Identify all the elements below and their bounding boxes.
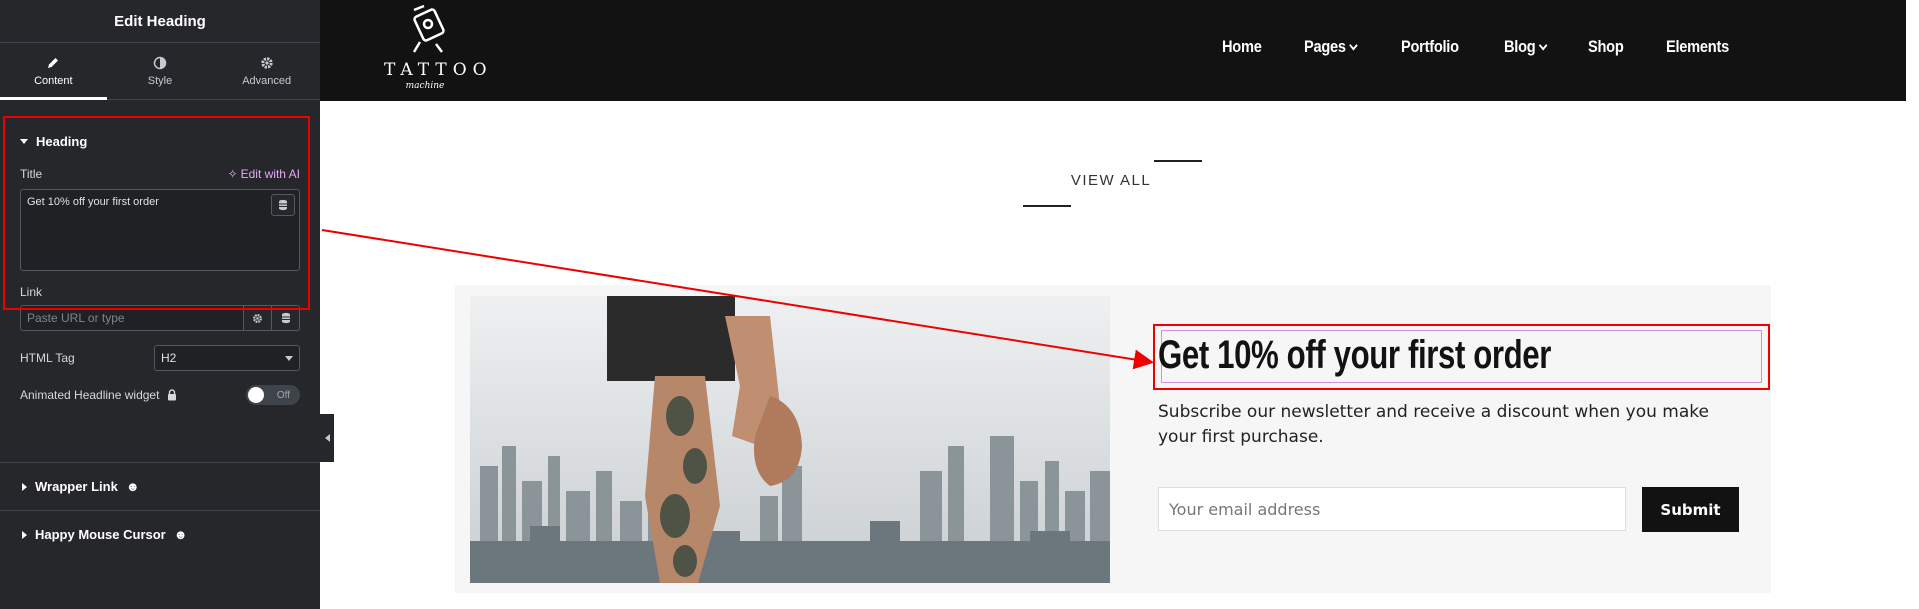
gear-icon [253,313,262,323]
submit-button[interactable]: Submit [1642,487,1739,532]
nav-item-shop[interactable]: Shop [1588,37,1624,57]
happy-mouse-cursor-section[interactable]: Happy Mouse Cursor ☻ [0,510,320,558]
half-circle-icon [153,56,167,69]
panel-title: Edit Heading [114,12,206,30]
nav-item-blog[interactable]: Blog [1503,37,1547,57]
html-tag-label: HTML Tag [20,351,75,365]
view-all-divider-top [1154,160,1202,162]
caret-left-icon [324,434,330,442]
caret-right-icon [22,530,27,539]
annotation-highlight-panel [3,116,310,310]
panel-collapse-button[interactable] [320,414,334,462]
happy-mouse-cursor-label: Happy Mouse Cursor [35,527,166,542]
nav-item-label: Pages [1304,37,1346,56]
chevron-down-icon [1538,40,1547,50]
logo-script: machine [405,81,445,91]
nav-item-label: Portfolio [1400,37,1459,56]
caret-down-icon [285,355,293,361]
panel-header: Edit Heading [0,0,320,43]
wrapper-link-label: Wrapper Link [35,479,118,494]
tattooed-man-city-image [470,296,1110,583]
tab-advanced-label: Advanced [242,74,292,87]
page-scrollbar[interactable] [1906,0,1919,609]
gear-icon [260,56,273,69]
tab-style[interactable]: Style [107,43,214,99]
newsletter-description: Subscribe our newsletter and receive a d… [1158,402,1709,447]
panel-tabs: Content Style Advanced [0,43,320,100]
site-header: TATTOO machine Home Pages Portfolio Blog… [320,0,1906,101]
site-logo[interactable]: TATTOO machine [384,2,493,94]
tab-content-label: Content [34,74,73,87]
chevron-down-icon [1348,40,1358,50]
html-tag-value: H2 [161,351,177,365]
tattoo-machine-icon [412,4,445,53]
animated-headline-row: Animated Headline widget Off [20,385,300,405]
nav-item-label: Home [1222,37,1262,56]
happy-addons-icon: ☻ [173,527,188,542]
nav-item-label: Blog [1503,37,1536,56]
nav-item-pages[interactable]: Pages [1304,37,1358,57]
view-all-link[interactable]: VIEW ALL [1023,172,1199,189]
nav-item-label: Elements [1665,37,1729,56]
logo-text: TATTOO [384,60,493,80]
happy-addons-icon: ☻ [125,479,140,494]
html-tag-select[interactable]: H2 [154,345,300,371]
nav-item-home[interactable]: Home [1222,37,1262,57]
email-field[interactable] [1158,487,1626,531]
database-icon [281,312,290,324]
lock-icon [168,389,177,401]
annotation-highlight-heading [1153,324,1770,390]
toggle-label: Off [276,389,290,401]
nav-item-elements[interactable]: Elements [1666,37,1729,57]
html-tag-row: HTML Tag H2 [20,345,300,371]
animated-headline-toggle[interactable]: Off [246,385,300,405]
animated-headline-label: Animated Headline widget [20,388,160,402]
tab-advanced[interactable]: Advanced [213,43,320,99]
nav-item-label: Shop [1588,37,1624,56]
tab-style-label: Style [147,74,173,87]
toggle-knob [248,387,264,403]
view-all-divider-bottom [1023,205,1071,207]
newsletter-photo [470,296,1110,583]
pencil-icon [48,57,59,68]
tab-content[interactable]: Content [0,43,107,100]
animated-headline-label-wrap: Animated Headline widget [20,388,177,402]
main-nav: Home Pages Portfolio Blog Shop Elements [1222,37,1739,57]
wrapper-link-section[interactable]: Wrapper Link ☻ [0,462,320,510]
nav-item-portfolio[interactable]: Portfolio [1401,37,1459,57]
caret-right-icon [22,482,27,491]
